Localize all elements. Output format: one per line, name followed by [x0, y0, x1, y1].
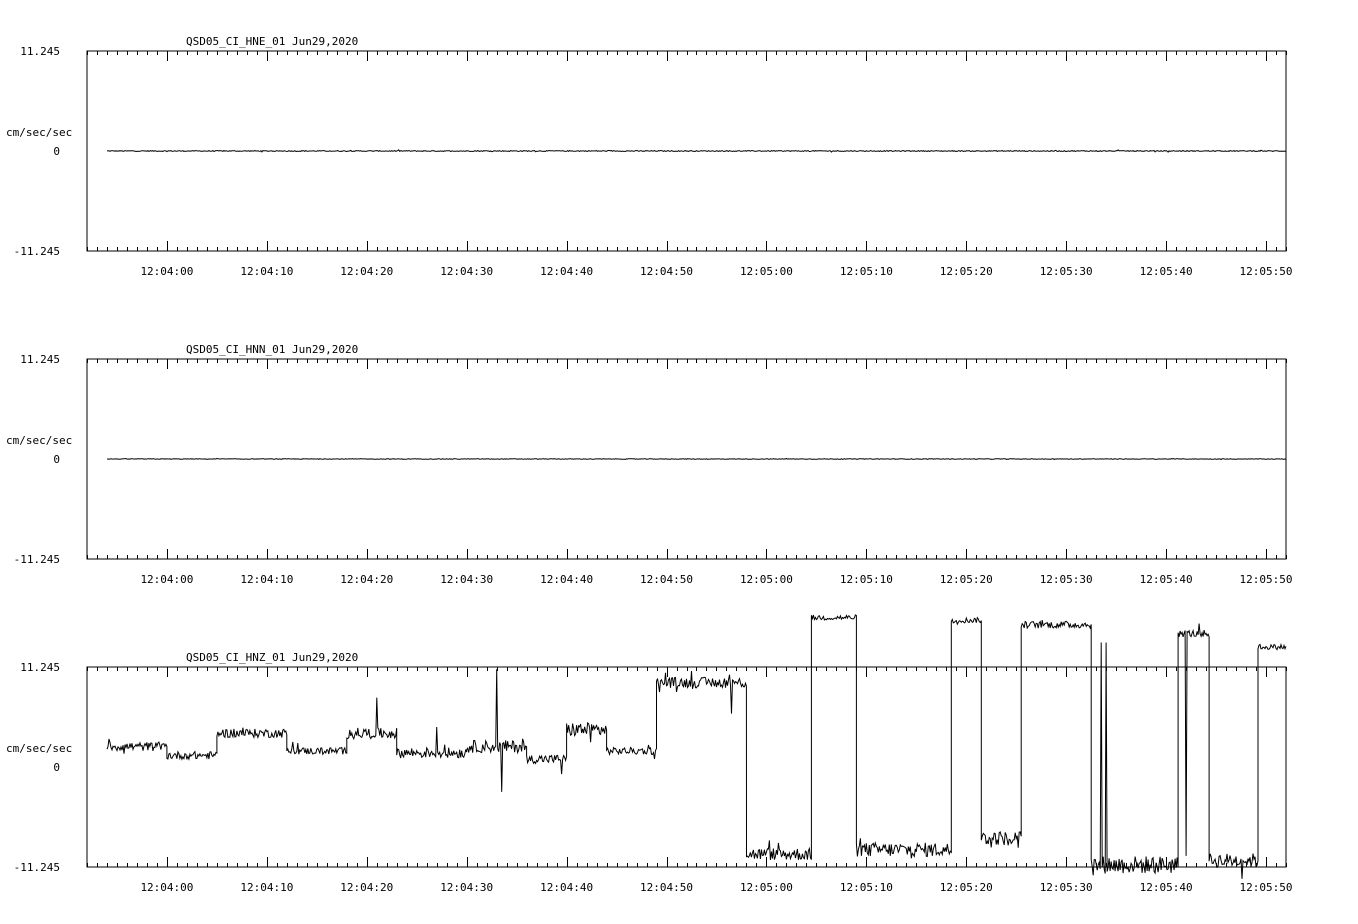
x-tick-label: 12:05:10 — [840, 881, 893, 894]
x-tick-label: 12:05:20 — [940, 881, 993, 894]
y-tick-label: -11.245 — [14, 245, 60, 258]
x-tick-label: 12:05:30 — [1040, 881, 1093, 894]
x-tick-label: 12:05:50 — [1240, 573, 1293, 586]
x-tick-label: 12:05:30 — [1040, 265, 1093, 278]
x-tick-label: 12:05:40 — [1140, 881, 1193, 894]
x-tick-label: 12:04:30 — [440, 573, 493, 586]
y-tick-label: 11.245 — [20, 661, 60, 674]
x-tick-label: 12:05:20 — [940, 265, 993, 278]
y-tick-label: -11.245 — [14, 861, 60, 874]
x-tick-label: 12:04:10 — [240, 881, 293, 894]
seismogram-figure: QSD05_CI_HNE_01 Jun29,2020 11.245 0 -11.245… — [6, 35, 1293, 894]
x-tick-label: 12:04:20 — [340, 265, 393, 278]
x-tick-label: 12:04:10 — [240, 265, 293, 278]
y-tick-label: 11.245 — [20, 45, 60, 58]
x-tick-label: 12:04:10 — [240, 573, 293, 586]
x-tick-label: 12:04:20 — [340, 573, 393, 586]
panel-1 — [86, 50, 1287, 252]
y-tick-label: 0 — [53, 453, 60, 466]
x-tick-label: 12:05:30 — [1040, 573, 1093, 586]
x-tick-label: 12:04:50 — [640, 881, 693, 894]
panel-2 — [86, 358, 1287, 560]
x-tick-label: 12:05:50 — [1240, 265, 1293, 278]
x-tick-label: 12:05:00 — [740, 881, 793, 894]
x-tick-label: 12:05:20 — [940, 573, 993, 586]
y-axis-label: cm/sec/sec — [6, 742, 72, 755]
x-tick-label: 12:04:00 — [140, 881, 193, 894]
panel-title: QSD05_CI_HNE_01 Jun29,2020 — [186, 35, 358, 48]
y-tick-label: 0 — [53, 761, 60, 774]
x-tick-label: 12:04:40 — [540, 881, 593, 894]
x-tick-label: 12:04:30 — [440, 881, 493, 894]
y-axis-label: cm/sec/sec — [6, 434, 72, 447]
seismogram-trace — [106, 457, 1287, 461]
seismogram-trace — [107, 149, 1287, 153]
x-tick-label: 12:04:40 — [540, 265, 593, 278]
x-tick-label: 12:05:40 — [1140, 265, 1193, 278]
x-tick-label: 12:04:50 — [640, 573, 693, 586]
x-tick-label: 12:05:10 — [840, 573, 893, 586]
x-tick-label: 12:05:00 — [740, 265, 793, 278]
y-axis-label: cm/sec/sec — [6, 126, 72, 139]
y-tick-label: 0 — [53, 145, 60, 158]
x-tick-label: 12:05:10 — [840, 265, 893, 278]
x-tick-label: 12:05:50 — [1240, 881, 1293, 894]
y-tick-label: -11.245 — [14, 553, 60, 566]
x-tick-label: 12:04:40 — [540, 573, 593, 586]
panel-title: QSD05_CI_HNN_01 Jun29,2020 — [186, 343, 358, 356]
panel-title: QSD05_CI_HNZ_01 Jun29,2020 — [186, 651, 358, 664]
x-tick-label: 12:04:20 — [340, 881, 393, 894]
x-tick-label: 12:04:00 — [140, 265, 193, 278]
y-tick-label: 11.245 — [20, 353, 60, 366]
x-tick-label: 12:04:30 — [440, 265, 493, 278]
x-tick-label: 12:04:50 — [640, 265, 693, 278]
x-tick-label: 12:05:00 — [740, 573, 793, 586]
x-tick-label: 12:05:40 — [1140, 573, 1193, 586]
x-tick-label: 12:04:00 — [140, 573, 193, 586]
